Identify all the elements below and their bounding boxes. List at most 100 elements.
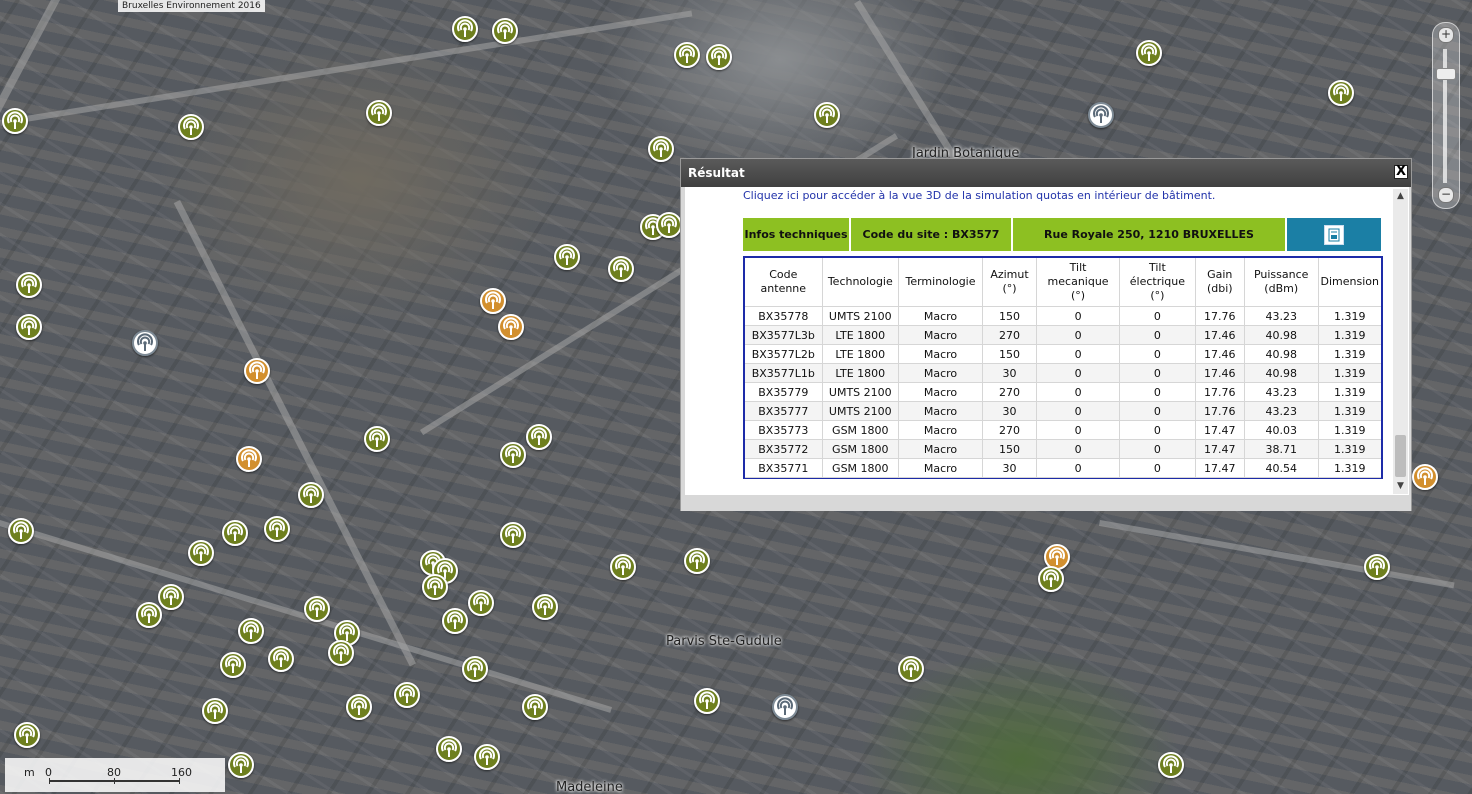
table-cell: 0 <box>1119 344 1196 364</box>
antenna-marker-icon[interactable] <box>1412 464 1438 490</box>
antenna-marker-icon[interactable] <box>462 656 488 682</box>
road <box>0 10 693 126</box>
antenna-marker-icon[interactable] <box>16 272 42 298</box>
antenna-marker-icon[interactable] <box>422 574 448 600</box>
antenna-marker-icon[interactable] <box>298 482 324 508</box>
antenna-marker-icon[interactable] <box>526 424 552 450</box>
antenna-marker-icon[interactable] <box>268 646 294 672</box>
table-cell: 0 <box>1036 306 1121 326</box>
antenna-marker-icon[interactable] <box>814 102 840 128</box>
dialog-content: Cliquez ici pour accéder à la vue 3D de … <box>685 187 1409 495</box>
zoom-out-button[interactable]: − <box>1438 187 1454 203</box>
scroll-down-icon[interactable]: ▼ <box>1393 479 1408 494</box>
dialog-titlebar[interactable]: Résultat X <box>681 159 1411 187</box>
antenna-marker-icon[interactable] <box>694 688 720 714</box>
scale-tick-label: 160 <box>171 766 192 779</box>
column-header: Code antenne <box>745 258 823 307</box>
antenna-marker-icon[interactable] <box>238 618 264 644</box>
antenna-marker-icon[interactable] <box>452 16 478 42</box>
antenna-marker-icon[interactable] <box>16 314 42 340</box>
antenna-marker-icon[interactable] <box>132 330 158 356</box>
antenna-marker-icon[interactable] <box>158 584 184 610</box>
antenna-marker-icon[interactable] <box>1158 752 1184 778</box>
close-button[interactable]: X <box>1394 165 1408 179</box>
scroll-thumb[interactable] <box>1395 435 1406 477</box>
antenna-marker-icon[interactable] <box>772 694 798 720</box>
table-cell: Macro <box>898 306 984 326</box>
antenna-marker-icon[interactable] <box>364 426 390 452</box>
antenna-marker-icon[interactable] <box>178 114 204 140</box>
antenna-marker-icon[interactable] <box>2 108 28 134</box>
antenna-marker-icon[interactable] <box>498 314 524 340</box>
antenna-marker-icon[interactable] <box>648 136 674 162</box>
antenna-marker-icon[interactable] <box>522 694 548 720</box>
table-cell: 30 <box>982 363 1037 383</box>
antenna-marker-icon[interactable] <box>436 736 462 762</box>
antenna-marker-icon[interactable] <box>500 522 526 548</box>
scale-unit: m <box>24 766 35 779</box>
table-cell: Macro <box>898 382 984 402</box>
antenna-marker-icon[interactable] <box>554 244 580 270</box>
antenna-marker-icon[interactable] <box>8 518 34 544</box>
table-cell: UMTS 2100 <box>822 401 899 421</box>
site-address-label: Rue Royale 250, 1210 BRUXELLES <box>1011 218 1285 251</box>
table-cell: 40.98 <box>1244 325 1319 345</box>
antenna-marker-icon[interactable] <box>610 554 636 580</box>
antenna-marker-icon[interactable] <box>1136 40 1162 66</box>
antenna-marker-icon[interactable] <box>328 640 354 666</box>
scale-tick <box>179 778 180 784</box>
antenna-marker-icon[interactable] <box>1328 80 1354 106</box>
antenna-marker-icon[interactable] <box>684 548 710 574</box>
antenna-marker-icon[interactable] <box>236 446 262 472</box>
antenna-marker-icon[interactable] <box>442 608 468 634</box>
table-row: BX35773 GSM 1800 Macro 270 0 0 17.47 40.03 1.319 <box>745 420 1381 440</box>
antenna-marker-icon[interactable] <box>706 44 732 70</box>
dialog-scrollbar[interactable]: ▲ ▼ <box>1393 189 1408 494</box>
antenna-marker-icon[interactable] <box>222 520 248 546</box>
antenna-marker-icon[interactable] <box>492 18 518 44</box>
antenna-marker-icon[interactable] <box>1038 566 1064 592</box>
antenna-marker-icon[interactable] <box>1364 554 1390 580</box>
antenna-marker-icon[interactable] <box>202 698 228 724</box>
antenna-marker-icon[interactable] <box>1088 102 1114 128</box>
view-3d-link[interactable]: Cliquez ici pour accéder à la vue 3D de … <box>743 189 1215 202</box>
antenna-marker-icon[interactable] <box>14 722 40 748</box>
zoom-in-button[interactable]: + <box>1438 27 1454 43</box>
scroll-up-icon[interactable]: ▲ <box>1393 189 1408 204</box>
antenna-marker-icon[interactable] <box>394 682 420 708</box>
table-cell: 1.319 <box>1318 420 1381 440</box>
antenna-marker-icon[interactable] <box>188 540 214 566</box>
antenna-marker-icon[interactable] <box>136 602 162 628</box>
table-row: BX35777 UMTS 2100 Macro 30 0 0 17.76 43.23 1.319 <box>745 401 1381 421</box>
antenna-marker-icon[interactable] <box>244 358 270 384</box>
document-button[interactable] <box>1285 218 1381 251</box>
antenna-marker-icon[interactable] <box>480 288 506 314</box>
table-row: BX3577L3b LTE 1800 Macro 270 0 0 17.46 40.98 1.3… <box>745 325 1381 345</box>
antenna-marker-icon[interactable] <box>474 744 500 770</box>
antenna-marker-icon[interactable] <box>608 256 634 282</box>
column-header: Puissance (dBm) <box>1244 258 1319 307</box>
scale-tick <box>114 778 115 784</box>
document-icon <box>1324 224 1344 245</box>
antenna-marker-icon[interactable] <box>532 594 558 620</box>
antenna-marker-icon[interactable] <box>264 516 290 542</box>
table-cell: 270 <box>982 382 1037 402</box>
column-header: Tilt mecanique (°) <box>1036 258 1121 307</box>
antenna-marker-icon[interactable] <box>674 42 700 68</box>
table-cell: 150 <box>982 439 1037 459</box>
antenna-marker-icon[interactable] <box>220 652 246 678</box>
antenna-marker-icon[interactable] <box>500 442 526 468</box>
antenna-marker-icon[interactable] <box>898 656 924 682</box>
site-info-header: Infos techniques Code du site : BX3577 R… <box>743 218 1381 251</box>
table-row: BX35772 GSM 1800 Macro 150 0 0 17.47 38.71 1.319 <box>745 439 1381 459</box>
table-cell: 270 <box>982 325 1037 345</box>
table-cell: 0 <box>1036 363 1121 383</box>
antenna-marker-icon[interactable] <box>656 212 682 238</box>
antenna-marker-icon[interactable] <box>366 100 392 126</box>
table-cell: GSM 1800 <box>822 420 899 440</box>
zoom-slider-handle[interactable] <box>1436 68 1456 80</box>
antenna-marker-icon[interactable] <box>346 694 372 720</box>
antenna-marker-icon[interactable] <box>468 590 494 616</box>
antenna-marker-icon[interactable] <box>228 752 254 778</box>
antenna-marker-icon[interactable] <box>304 596 330 622</box>
